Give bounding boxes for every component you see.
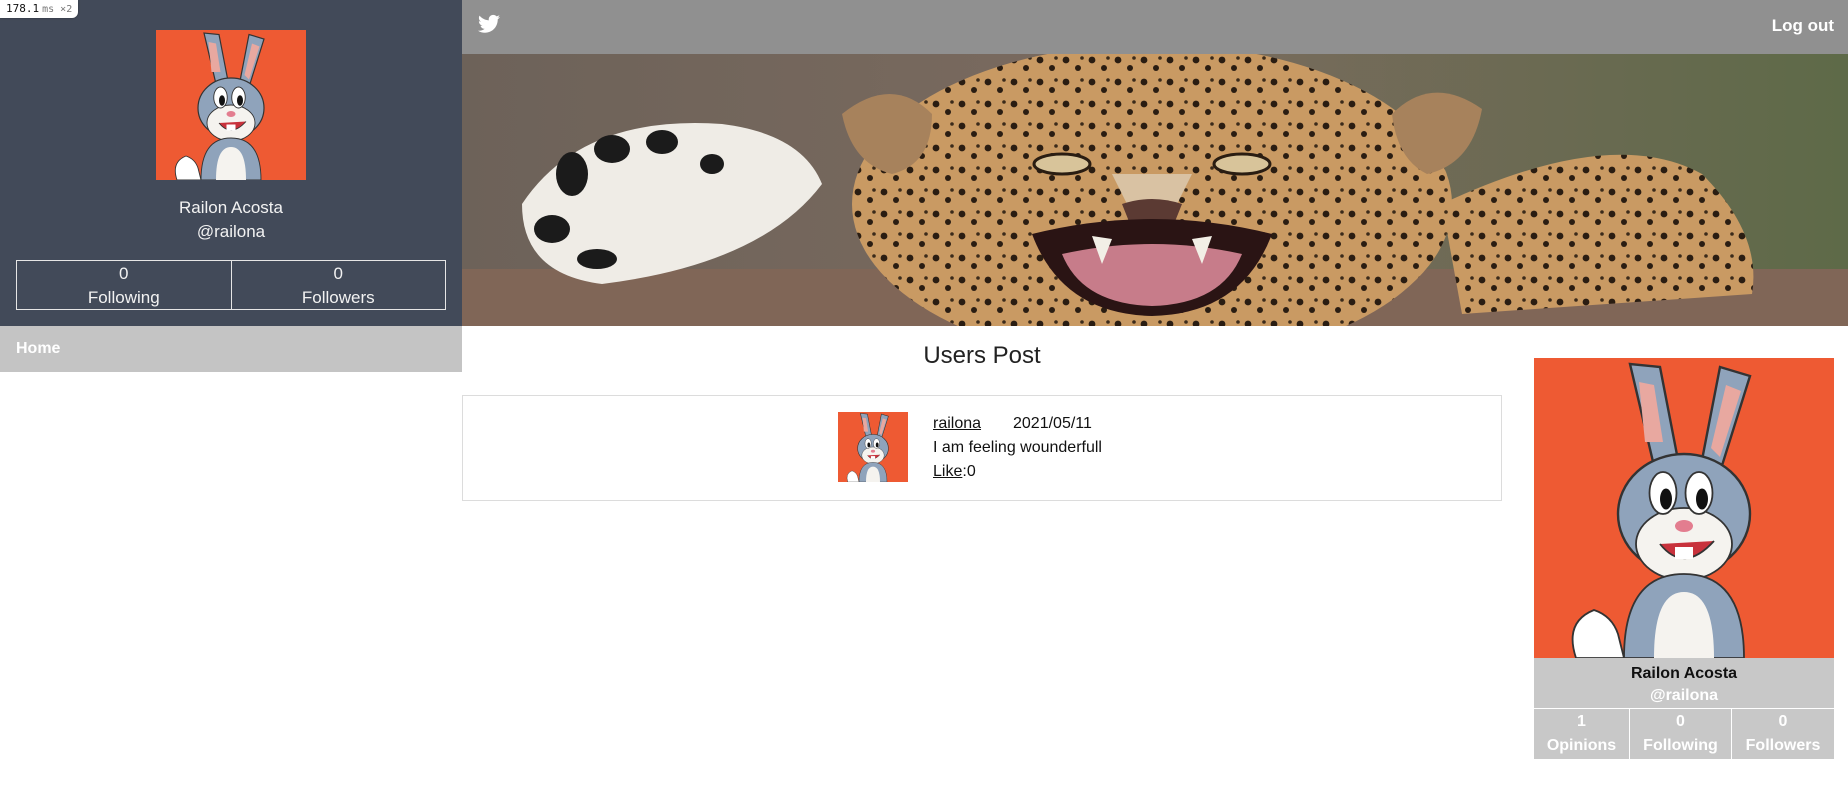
like-button[interactable]: Like [933,463,962,480]
sidebar-item-home-label: Home [16,340,61,357]
sidebar-item-home[interactable]: Home [0,326,462,372]
followers-count: 0 [333,264,343,283]
perf-value: 178.1 [6,2,40,15]
profile-card-handle: @railona [1649,687,1719,704]
post-username-link[interactable]: railona [933,415,981,433]
post-text: I am feeling wounderfull [933,439,1102,456]
card-following-stat[interactable]: 0 Following [1629,709,1731,759]
opinions-count: 1 [1577,713,1586,730]
card-following-count: 0 [1676,713,1685,730]
post-avatar[interactable] [838,412,908,482]
card-followers-count: 0 [1778,713,1788,730]
logout-link[interactable]: Log out [1772,16,1834,36]
sidebar-followers-stat[interactable]: 0 Followers [231,260,446,310]
perf-unit: ms ×2 [42,4,73,15]
followers-label: Followers [301,288,375,307]
left-sidebar: Railon Acosta @railona 0 Following 0 Fol… [0,0,462,326]
opinions-label: Opinions [1546,737,1617,754]
page-title: Users Post [923,342,1041,369]
card-following-label: Following [1643,737,1718,754]
following-count: 0 [119,264,129,283]
profile-card-info: Railon Acosta @railona [1534,658,1834,708]
profile-card-stats: 1 Opinions 0 Following 0 Followers [1534,709,1834,759]
sidebar-avatar[interactable] [156,30,306,180]
card-followers-label: Followers [1745,737,1821,754]
like-count: 0 [966,463,976,480]
sidebar-user-name: Railon Acosta [179,198,283,217]
profile-banner-image [462,54,1848,326]
profile-card: Railon Acosta @railona 1 Opinions 0 Foll… [1534,358,1834,759]
post-date: 2021/05/11 [1013,415,1092,432]
sidebar-user-handle: @railona [196,222,266,241]
sidebar-stats: 0 Following 0 Followers [16,260,446,310]
opinions-stat[interactable]: 1 Opinions [1534,709,1629,759]
post-like: Like:0 [933,463,976,480]
top-bar: Log out [462,0,1848,54]
sidebar-following-stat[interactable]: 0 Following [16,260,232,310]
twitter-bird-icon[interactable] [478,14,500,34]
perf-badge: 178.1 ms ×2 [0,0,79,18]
profile-card-name: Railon Acosta [1630,665,1738,682]
following-label: Following [87,288,160,307]
post-card: railona 2021/05/11 I am feeling wounderf… [462,395,1502,501]
card-followers-stat[interactable]: 0 Followers [1731,709,1834,759]
profile-card-image [1534,358,1834,658]
